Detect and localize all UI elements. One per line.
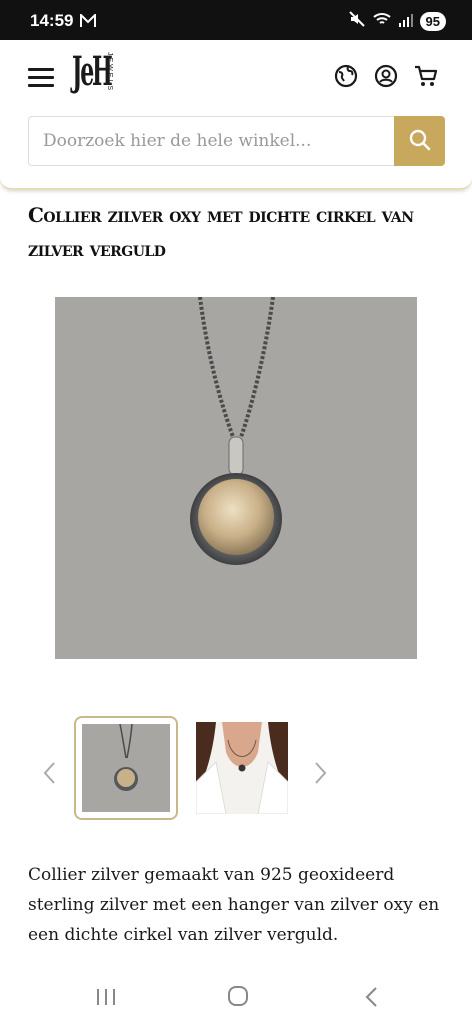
system-nav-bar bbox=[0, 970, 472, 1024]
home-icon[interactable] bbox=[224, 984, 252, 1010]
recents-icon[interactable] bbox=[92, 984, 120, 1010]
product-description: Collier zilver gemaakt van 925 geoxideer… bbox=[28, 865, 440, 945]
search-icon bbox=[408, 128, 432, 155]
status-icons: 95 bbox=[348, 10, 446, 32]
battery-badge: 95 bbox=[419, 11, 446, 31]
globe-icon[interactable] bbox=[334, 64, 358, 88]
search-button[interactable] bbox=[394, 116, 445, 166]
thumbnail-next-button[interactable] bbox=[310, 760, 330, 786]
status-bar: 14:59 95 bbox=[0, 0, 472, 40]
account-icon[interactable] bbox=[374, 64, 398, 88]
logo-mark: JeH bbox=[72, 48, 113, 95]
back-icon[interactable] bbox=[358, 984, 386, 1010]
menu-icon[interactable] bbox=[28, 68, 54, 88]
status-time: 14:59 bbox=[30, 11, 74, 30]
product-main-image[interactable] bbox=[55, 297, 417, 659]
signal-icon bbox=[398, 12, 414, 31]
pendant-illustration bbox=[190, 297, 282, 565]
search-input[interactable] bbox=[28, 116, 394, 166]
mute-icon bbox=[348, 10, 366, 32]
product-title: Collier zilver oxy met dichte cirkel van… bbox=[28, 203, 414, 261]
site-logo[interactable]: JeH JEWELS bbox=[72, 48, 113, 95]
thumbnail-pendant-closeup[interactable] bbox=[74, 716, 178, 820]
mail-icon bbox=[80, 12, 96, 32]
cart-icon[interactable] bbox=[414, 64, 438, 88]
chevron-right-icon bbox=[315, 762, 327, 784]
wifi-icon bbox=[372, 11, 392, 31]
chevron-left-icon bbox=[43, 762, 55, 784]
header-icons bbox=[334, 64, 438, 88]
thumbnail-model-image bbox=[196, 722, 288, 814]
thumbnail-pendant-image bbox=[114, 724, 138, 791]
thumbnail-pendant-worn[interactable] bbox=[196, 722, 288, 814]
thumbnail-prev-button[interactable] bbox=[40, 760, 60, 786]
search-bar bbox=[28, 116, 445, 166]
site-header: JeH JEWELS bbox=[0, 40, 472, 190]
